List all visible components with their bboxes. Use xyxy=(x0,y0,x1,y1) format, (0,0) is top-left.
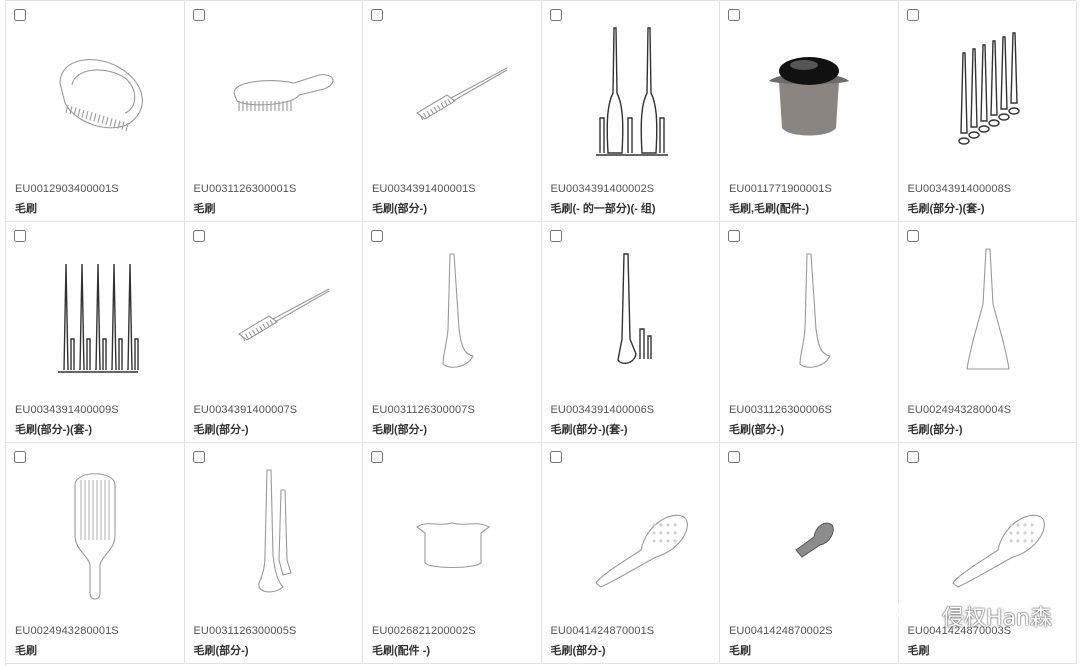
select-checkbox[interactable] xyxy=(192,230,205,242)
watermark: 侵权Han森 xyxy=(894,598,1052,634)
result-card[interactable]: EU0012903400001S 毛刷 xyxy=(6,1,185,222)
design-title: 毛刷(部分-) xyxy=(193,424,249,436)
design-title: 毛刷(部分-) xyxy=(550,645,606,657)
design-title: 毛刷 xyxy=(193,203,216,215)
design-code[interactable]: EU0031126300007S xyxy=(372,404,475,416)
mini-brush-icon[interactable] xyxy=(730,465,888,605)
result-card[interactable]: EU0041424870002S 毛刷 xyxy=(720,443,899,664)
select-checkbox[interactable] xyxy=(549,230,562,242)
select-checkbox[interactable] xyxy=(371,230,383,242)
result-card[interactable]: EU0034391400001S 毛刷(部分-) xyxy=(363,1,542,222)
select-checkbox[interactable] xyxy=(728,9,740,21)
select-checkbox[interactable] xyxy=(906,451,919,463)
design-title: 毛刷 xyxy=(907,645,930,657)
select-checkbox[interactable] xyxy=(14,9,26,21)
wechat-icon xyxy=(894,598,936,634)
select-checkbox[interactable] xyxy=(371,451,383,463)
design-title: 毛刷(部分-) xyxy=(193,645,249,657)
select-checkbox[interactable] xyxy=(728,230,740,242)
design-code[interactable]: EU0034391400009S xyxy=(15,404,119,416)
design-title: 毛刷 xyxy=(15,645,37,657)
handle-brush-icon[interactable] xyxy=(195,23,353,163)
result-card[interactable]: EU0024943280001S 毛刷 xyxy=(6,443,185,664)
single-spike-icon[interactable] xyxy=(373,244,531,384)
design-code[interactable]: EU0031126300005S xyxy=(194,625,297,637)
design-results-grid: EU0012903400001S 毛刷 EU0031126300001S 毛刷 … xyxy=(5,0,1077,666)
design-title: 毛刷(部分-) xyxy=(729,424,784,436)
design-title: 毛刷(部分-)(套-) xyxy=(15,424,92,436)
oval-brush-icon[interactable] xyxy=(552,465,710,605)
result-card[interactable]: EU0034391400008S 毛刷(部分-)(套-) xyxy=(898,1,1077,222)
design-code[interactable]: EU0034391400008S xyxy=(908,183,1012,195)
select-checkbox[interactable] xyxy=(14,451,26,463)
tail-comb-icon[interactable] xyxy=(195,244,353,384)
tail-comb-icon[interactable] xyxy=(373,23,531,163)
brush-cap-photo-icon[interactable] xyxy=(730,23,888,163)
design-code[interactable]: EU0012903400001S xyxy=(15,183,119,195)
result-card[interactable]: EU0034391400006S 毛刷(部分-)(套-) xyxy=(541,222,720,443)
brush-cap-outline-icon[interactable] xyxy=(373,465,531,605)
design-title: 毛刷,毛刷(配件-) xyxy=(729,203,810,215)
select-checkbox[interactable] xyxy=(192,9,205,21)
result-card[interactable]: EU0024943280004S 毛刷(部分-) xyxy=(898,222,1077,443)
select-checkbox[interactable] xyxy=(371,9,383,21)
result-card[interactable]: EU0031126300005S 毛刷(部分-) xyxy=(184,443,363,664)
result-card[interactable]: EU0041424870001S 毛刷(部分-) xyxy=(541,443,720,664)
design-code[interactable]: EU0031126300006S xyxy=(729,404,832,416)
result-card[interactable]: EU0031126300007S 毛刷(部分-) xyxy=(363,222,542,443)
select-checkbox[interactable] xyxy=(192,451,205,463)
design-title: 毛刷(部分-) xyxy=(907,424,963,436)
design-title: 毛刷(部分-) xyxy=(372,203,427,215)
design-title: 毛刷 xyxy=(15,203,37,215)
select-checkbox[interactable] xyxy=(906,9,919,21)
design-title: 毛刷(部分-)(套-) xyxy=(907,203,985,215)
design-code[interactable]: EU0034391400007S xyxy=(194,404,298,416)
result-card[interactable]: EU0034391400007S 毛刷(部分-) xyxy=(184,222,363,443)
single-spike-icon[interactable] xyxy=(730,244,888,384)
design-code[interactable]: EU0034391400002S xyxy=(551,183,655,195)
detangling-brush-icon[interactable] xyxy=(16,23,174,163)
select-checkbox[interactable] xyxy=(549,451,562,463)
design-code[interactable]: EU0026821200002S xyxy=(372,625,476,637)
result-card[interactable]: EU0011771900001S 毛刷,毛刷(配件-) xyxy=(720,1,899,222)
select-checkbox[interactable] xyxy=(14,230,26,242)
design-code[interactable]: EU0024943280004S xyxy=(908,404,1012,416)
spike-rack-icon[interactable] xyxy=(16,244,174,384)
design-code[interactable]: EU0034391400001S xyxy=(372,183,476,195)
select-checkbox[interactable] xyxy=(728,451,740,463)
select-checkbox[interactable] xyxy=(906,230,919,242)
perspective-spike-set-icon[interactable] xyxy=(909,23,1067,163)
double-spike-icon[interactable] xyxy=(195,465,353,605)
design-title: 毛刷 xyxy=(729,645,751,657)
result-card[interactable]: EU0034391400002S 毛刷(- 的一部分)(- 组) xyxy=(541,1,720,222)
design-code[interactable]: EU0041424870001S xyxy=(551,625,655,637)
design-code[interactable]: EU0024943280001S xyxy=(15,625,119,637)
paddle-brush-icon[interactable] xyxy=(16,465,174,605)
design-title: 毛刷(部分-) xyxy=(372,424,427,436)
design-title: 毛刷(部分-)(套-) xyxy=(550,424,628,436)
design-code[interactable]: EU0031126300001S xyxy=(194,183,297,195)
result-card[interactable]: EU0026821200002S 毛刷(配件 -) xyxy=(363,443,542,664)
result-card[interactable]: EU0031126300001S 毛刷 xyxy=(184,1,363,222)
spike-pair-icon[interactable] xyxy=(552,244,710,384)
twin-spike-set-icon[interactable] xyxy=(552,23,710,163)
watermark-text: 侵权Han森 xyxy=(942,606,1052,631)
design-title: 毛刷(- 的一部分)(- 组) xyxy=(550,203,656,215)
design-title: 毛刷(配件 -) xyxy=(372,645,431,657)
result-card[interactable]: EU0034391400009S 毛刷(部分-)(套-) xyxy=(6,222,185,443)
select-checkbox[interactable] xyxy=(549,9,562,21)
design-code[interactable]: EU0034391400006S xyxy=(551,404,655,416)
result-card[interactable]: EU0031126300006S 毛刷(部分-) xyxy=(720,222,899,443)
oval-brush-icon[interactable] xyxy=(909,465,1067,605)
design-code[interactable]: EU0041424870002S xyxy=(729,625,833,637)
cone-spike-icon[interactable] xyxy=(909,244,1067,384)
design-code[interactable]: EU0011771900001S xyxy=(729,183,832,195)
